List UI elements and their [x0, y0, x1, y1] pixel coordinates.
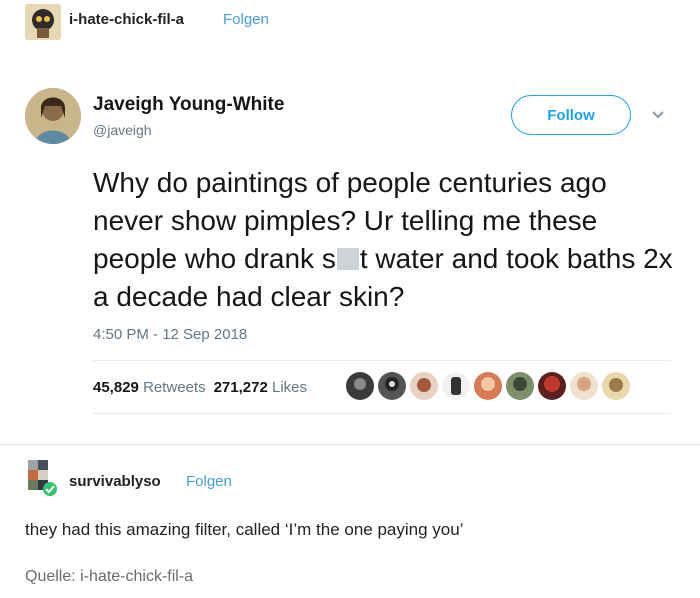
liker-avatar[interactable]: [377, 371, 407, 401]
retweets-label: Retweets: [143, 379, 206, 396]
tweet-stats: 45,829 Retweets 271,272 Likes: [93, 379, 307, 396]
tweet-timestamp[interactable]: 4:50 PM - 12 Sep 2018: [93, 326, 247, 343]
liker-avatars: [345, 371, 631, 401]
likes-stat[interactable]: 271,272 Likes: [214, 379, 307, 396]
censor-block: [336, 248, 359, 270]
tweet-author-name[interactable]: Javeigh Young-White: [93, 94, 284, 116]
likes-label: Likes: [272, 379, 308, 396]
post-follow-link[interactable]: Folgen: [223, 11, 269, 28]
liker-avatar[interactable]: [345, 371, 375, 401]
retweets-stat[interactable]: 45,829 Retweets: [93, 379, 206, 396]
reblog-comment: they had this amazing filter, called ‘I’…: [25, 520, 464, 539]
liker-avatar[interactable]: [569, 371, 599, 401]
source-link[interactable]: Quelle: i-hate-chick-fil-a: [25, 568, 193, 586]
liker-avatar[interactable]: [409, 371, 439, 401]
liker-avatar[interactable]: [505, 371, 535, 401]
tweet-text: Why do paintings of people centuries ago…: [93, 164, 683, 316]
tweet-author-handle[interactable]: @javeigh: [93, 122, 152, 138]
liker-avatar[interactable]: [601, 371, 631, 401]
reblog-follow-link[interactable]: Folgen: [186, 473, 232, 490]
reblog-author-avatar[interactable]: [25, 460, 61, 496]
liker-avatar[interactable]: [473, 371, 503, 401]
tweet-author-avatar[interactable]: [25, 88, 81, 144]
reblog-author-name[interactable]: survivablyso: [69, 473, 161, 490]
retweets-count: 45,829: [93, 379, 139, 396]
tweet-follow-button[interactable]: Follow: [511, 95, 631, 135]
post-author-avatar[interactable]: [25, 4, 61, 40]
liker-avatar[interactable]: [441, 371, 471, 401]
post-separator: [0, 444, 700, 445]
liker-avatar[interactable]: [537, 371, 567, 401]
divider: [93, 360, 671, 361]
chevron-down-icon[interactable]: [650, 106, 666, 122]
likes-count: 271,272: [213, 379, 268, 396]
divider: [93, 413, 671, 414]
post-author-name[interactable]: i-hate-chick-fil-a: [69, 11, 184, 28]
